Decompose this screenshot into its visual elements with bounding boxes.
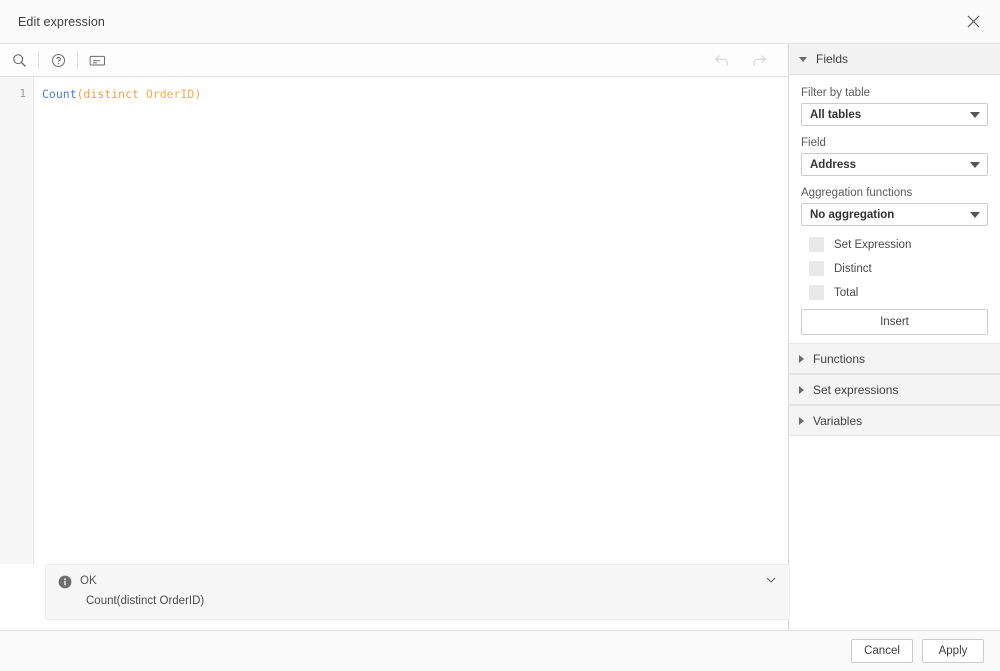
filter-by-table-value: All tables xyxy=(810,108,862,121)
chevron-down-icon xyxy=(970,161,980,168)
checkbox-row-distinct[interactable]: Distinct xyxy=(801,261,988,276)
section-header-set-expressions[interactable]: Set expressions xyxy=(789,374,1000,405)
aggregation-functions-value: No aggregation xyxy=(810,208,895,221)
redo-arrow-icon[interactable] xyxy=(740,44,778,76)
checkbox-row-total[interactable]: Total xyxy=(801,285,988,300)
status-wrapper: OK Count(distinct OrderID) xyxy=(0,564,790,630)
section-header-functions[interactable]: Functions xyxy=(789,343,1000,374)
code-editor[interactable]: 1 Count(distinct OrderID) xyxy=(0,77,788,564)
status-detail: Count(distinct OrderID) xyxy=(86,595,205,607)
code-line-1: Count(distinct OrderID) xyxy=(42,86,788,102)
editor-gutter: 1 xyxy=(0,77,34,564)
checkbox-label-set-expression: Set Expression xyxy=(834,238,912,251)
cancel-button[interactable]: Cancel xyxy=(851,639,913,663)
fields-section-body: Filter by table All tables Field Address… xyxy=(789,75,1000,343)
triangle-right-icon xyxy=(799,385,804,394)
triangle-right-icon xyxy=(799,416,804,425)
dialog-title: Edit expression xyxy=(18,14,105,29)
toolbar-left-group xyxy=(0,44,116,76)
section-header-fields[interactable]: Fields xyxy=(789,44,1000,75)
section-title-variables: Variables xyxy=(813,413,863,428)
toolbar-right-group xyxy=(702,44,788,76)
token-field: OrderID) xyxy=(138,87,202,101)
field-select[interactable]: Address xyxy=(801,153,988,176)
checkbox-distinct[interactable] xyxy=(809,261,824,276)
close-icon[interactable] xyxy=(960,9,986,35)
checkbox-row-set-expression[interactable]: Set Expression xyxy=(801,237,988,252)
filter-by-table-label: Filter by table xyxy=(801,87,871,99)
section-title-fields: Fields xyxy=(816,52,849,66)
insert-button[interactable]: Insert xyxy=(801,309,988,335)
field-label: Field xyxy=(801,137,826,149)
expression-box-icon[interactable] xyxy=(78,44,116,76)
checkbox-total[interactable] xyxy=(809,285,824,300)
section-title-set-expressions: Set expressions xyxy=(813,382,899,397)
filter-by-table-select[interactable]: All tables xyxy=(801,103,988,126)
field-value: Address xyxy=(810,158,857,171)
help-circle-icon[interactable] xyxy=(39,44,77,76)
dialog-body: 1 Count(distinct OrderID) OK Count(disti… xyxy=(0,44,1000,630)
dialog-footer: Cancel Apply xyxy=(0,630,1000,671)
line-number: 1 xyxy=(19,88,26,100)
section-title-functions: Functions xyxy=(813,351,866,366)
dialog-titlebar: Edit expression xyxy=(0,0,1000,44)
undo-arrow-icon[interactable] xyxy=(702,44,740,76)
token-keyword: (distinct xyxy=(76,87,139,101)
checkbox-label-distinct: Distinct xyxy=(834,262,872,275)
edit-expression-dialog: Edit expression 1 Count(distinct OrderID… xyxy=(0,0,1000,671)
editor-text-area[interactable]: Count(distinct OrderID) xyxy=(34,77,788,564)
token-function: Count xyxy=(42,87,77,101)
aggregation-functions-select[interactable]: No aggregation xyxy=(801,203,988,226)
status-content: OK Count(distinct OrderID) xyxy=(80,574,777,609)
checkbox-set-expression[interactable] xyxy=(809,237,824,252)
validation-status-box[interactable]: OK Count(distinct OrderID) xyxy=(45,564,790,620)
chevron-down-icon[interactable] xyxy=(765,574,779,588)
aggregation-functions-label: Aggregation functions xyxy=(801,187,913,199)
search-icon[interactable] xyxy=(0,44,38,76)
section-header-variables[interactable]: Variables xyxy=(789,405,1000,436)
expression-side-panel: Fields Filter by table All tables Field … xyxy=(789,44,1000,630)
expression-editor-column: 1 Count(distinct OrderID) OK Count(disti… xyxy=(0,44,790,630)
info-icon xyxy=(58,575,72,589)
triangle-right-icon xyxy=(799,354,804,363)
chevron-down-icon xyxy=(970,111,980,118)
status-title: OK xyxy=(80,575,97,587)
triangle-down-icon xyxy=(799,56,807,62)
apply-button[interactable]: Apply xyxy=(922,639,984,663)
editor-toolbar xyxy=(0,44,788,77)
checkbox-label-total: Total xyxy=(834,286,859,299)
chevron-down-icon xyxy=(970,211,980,218)
